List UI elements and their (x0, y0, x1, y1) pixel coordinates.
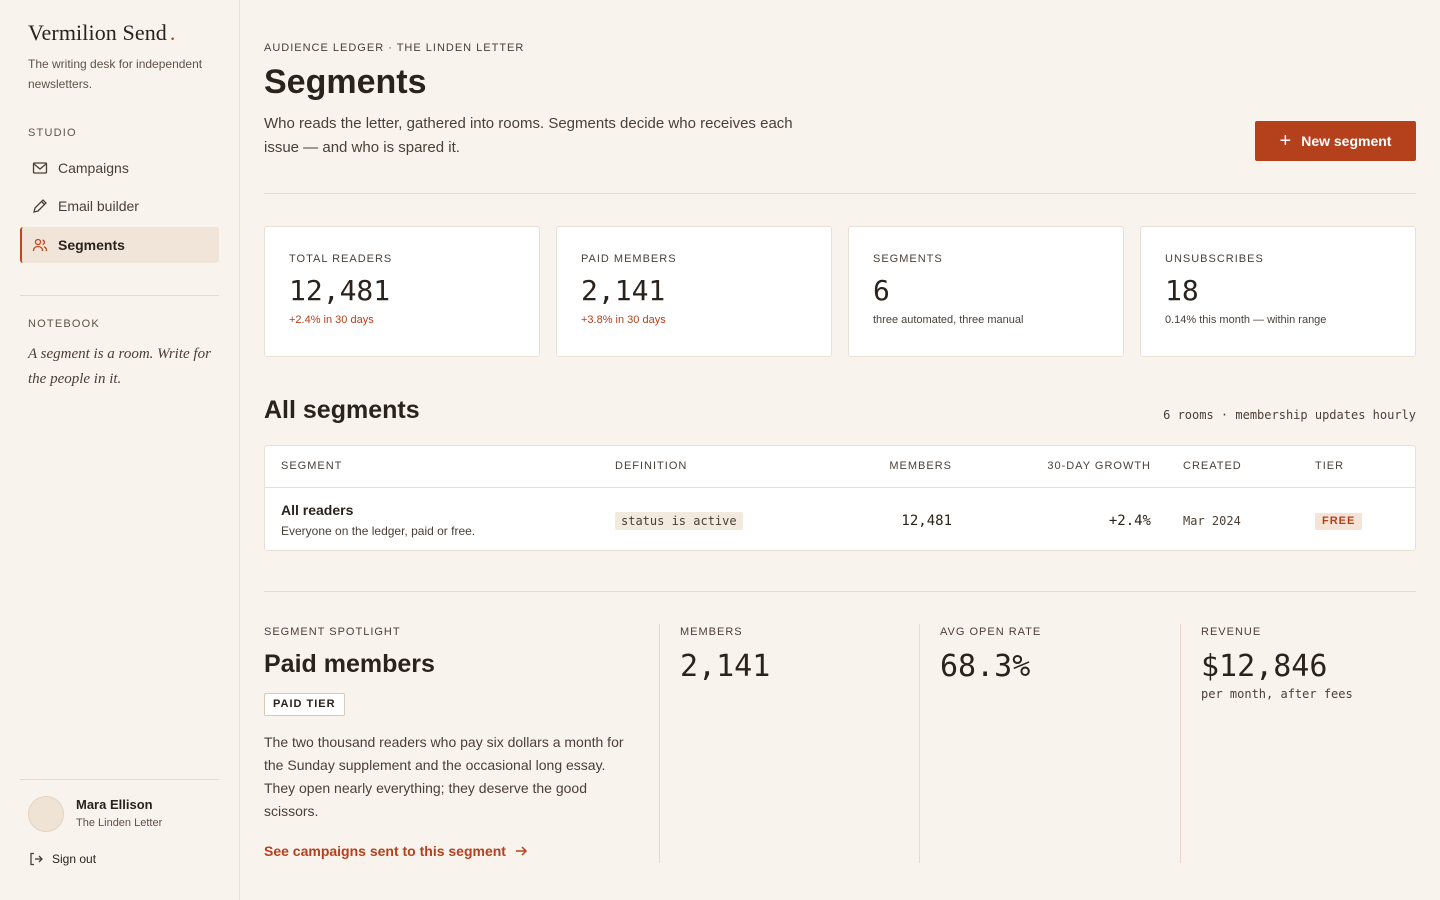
stat-value: 6 (873, 274, 890, 307)
page-title: Segments (264, 63, 427, 101)
stat-label: SEGMENTS (873, 253, 943, 265)
see-campaigns-link[interactable]: See campaigns sent to this segment (264, 843, 528, 859)
stat-card-unsubscribes: UNSUBSCRIBES 18 0.14% this month — withi… (1140, 226, 1416, 357)
page-description: Who reads the letter, gathered into room… (264, 115, 793, 156)
sidebar-divider (20, 295, 219, 296)
spotlight-title: Paid members (264, 650, 435, 678)
brand-tagline: The writing desk for independent newslet… (28, 57, 203, 91)
open-rate-label: AVG OPEN RATE (940, 626, 1042, 638)
plus-icon: + (1279, 130, 1292, 152)
new-segment-label: New segment (1301, 133, 1392, 149)
sidebar-item-campaigns[interactable]: Campaigns (20, 150, 219, 186)
see-campaigns-label: See campaigns sent to this segment (264, 843, 506, 859)
segment-description: Everyone on the ledger, paid or free. (281, 524, 476, 538)
breadcrumb: AUDIENCE LEDGER · THE LINDEN LETTER (264, 42, 525, 54)
paid-tier-badge: PAID TIER (264, 693, 345, 716)
notebook-note: A segment is a room. Write for the peopl… (28, 346, 211, 387)
stat-value: 18 (1165, 274, 1199, 307)
sidebar-divider (20, 779, 219, 780)
revenue-note: per month, after fees (1201, 687, 1353, 701)
column-header-definition[interactable]: DEFINITION (615, 460, 687, 472)
revenue-label: REVENUE (1201, 626, 1262, 638)
column-header-segment[interactable]: SEGMENT (281, 460, 342, 472)
stat-card-segments: SEGMENTS 6 three automated, three manual (848, 226, 1124, 357)
stat-note: +3.8% in 30 days (581, 314, 666, 326)
open-rate-value: 68.3% (940, 649, 1031, 684)
stat-note: three automated, three manual (873, 314, 1024, 326)
avatar[interactable] (28, 796, 64, 832)
segments-table: SEGMENT DEFINITION MEMBERS 30-DAY GROWTH… (264, 445, 1416, 551)
members-label: MEMBERS (680, 626, 743, 638)
spotlight-divider (919, 624, 920, 863)
members-value: 2,141 (680, 649, 771, 684)
section-divider (264, 591, 1416, 592)
column-header-tier[interactable]: TIER (1315, 460, 1344, 472)
segments-section-title: All segments (264, 396, 420, 424)
segment-definition: status is active (615, 512, 743, 530)
brand-name: Vermilion Send (28, 20, 167, 45)
spotlight-label: SEGMENT SPOTLIGHT (264, 626, 401, 638)
stat-value: 2,141 (581, 274, 666, 307)
table-header-divider (265, 487, 1415, 488)
user-name: Mara Ellison (76, 797, 153, 812)
column-header-created[interactable]: CREATED (1183, 460, 1242, 472)
sidebar-item-email-builder[interactable]: Email builder (20, 188, 219, 224)
stat-label: TOTAL READERS (289, 253, 393, 265)
stat-card-total-readers: TOTAL READERS 12,481 +2.4% in 30 days (264, 226, 540, 357)
stat-note: 0.14% this month — within range (1165, 314, 1327, 326)
sidebar-item-label: Segments (58, 237, 125, 253)
segment-name: All readers (281, 502, 354, 518)
segment-created: Mar 2024 (1183, 514, 1241, 528)
brand-logo[interactable]: Vermilion Send. (28, 20, 176, 46)
column-header-members[interactable]: MEMBERS (889, 460, 952, 472)
spotlight-divider (1180, 624, 1181, 863)
column-header-growth[interactable]: 30-DAY GROWTH (1047, 460, 1151, 472)
segment-members: 12,481 (901, 513, 952, 529)
segment-growth: +2.4% (1108, 513, 1151, 529)
stat-note: +2.4% in 30 days (289, 314, 374, 326)
sidebar-item-label: Email builder (58, 198, 139, 214)
users-icon (32, 238, 48, 252)
notebook-section-label: NOTEBOOK (28, 318, 100, 330)
segments-meta: 6 rooms · membership updates hourly (1163, 408, 1416, 422)
new-segment-button[interactable]: + New segment (1255, 121, 1416, 161)
sign-out-icon (30, 852, 43, 866)
sidebar-item-label: Campaigns (58, 160, 129, 176)
sidebar: Vermilion Send. The writing desk for ind… (0, 0, 240, 900)
stat-label: PAID MEMBERS (581, 253, 677, 265)
sidebar-item-segments[interactable]: Segments (20, 227, 219, 263)
studio-section-label: STUDIO (28, 127, 77, 139)
mail-icon (32, 162, 48, 174)
spotlight-description: The two thousand readers who pay six dol… (264, 734, 624, 819)
sign-out-label: Sign out (52, 852, 97, 866)
arrow-right-icon (515, 846, 528, 856)
header-divider (264, 193, 1416, 194)
revenue-value: $12,846 (1201, 649, 1328, 684)
stat-card-paid-members: PAID MEMBERS 2,141 +3.8% in 30 days (556, 226, 832, 357)
spotlight-divider (659, 624, 660, 863)
stat-label: UNSUBSCRIBES (1165, 253, 1264, 265)
sign-out-button[interactable]: Sign out (28, 851, 96, 867)
pen-icon (33, 199, 47, 213)
tier-badge: FREE (1315, 513, 1363, 530)
user-publication: The Linden Letter (76, 817, 163, 829)
brand-dot: . (169, 20, 176, 45)
stat-value: 12,481 (289, 274, 391, 307)
